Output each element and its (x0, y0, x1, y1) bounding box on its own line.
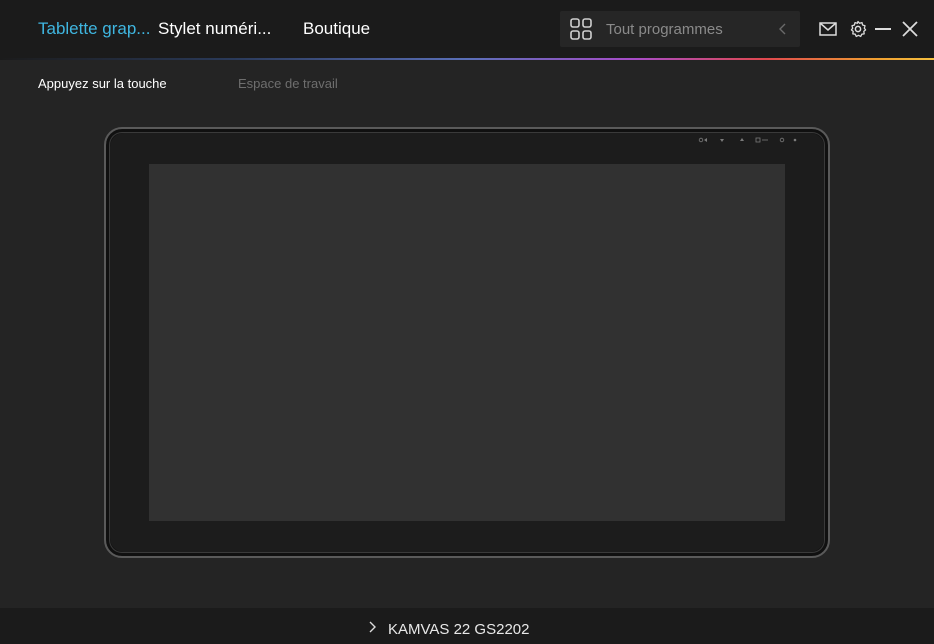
tablet-hardware-buttons (696, 136, 806, 144)
chevron-right-icon[interactable] (366, 621, 378, 633)
program-selector[interactable]: Tout programmes (560, 11, 800, 47)
mail-icon[interactable] (818, 19, 838, 39)
gear-icon[interactable] (848, 19, 868, 39)
subtab-press-key[interactable]: Appuyez sur la touche (38, 76, 167, 91)
tablet-screen-area (149, 164, 785, 521)
program-selector-label: Tout programmes (606, 21, 723, 38)
chevron-left-icon[interactable] (776, 22, 790, 36)
tab-store[interactable]: Boutique (303, 19, 370, 39)
grid-icon[interactable] (570, 18, 592, 40)
tab-digital-pen[interactable]: Stylet numéri... (158, 19, 271, 39)
tab-graphic-tablet[interactable]: Tablette grap... (38, 19, 150, 39)
tablet-button-icons (698, 137, 797, 143)
device-bar[interactable]: KAMVAS 22 GS2202 (0, 608, 934, 644)
subtab-workspace[interactable]: Espace de travail (238, 76, 338, 91)
device-name[interactable]: KAMVAS 22 GS2202 (388, 621, 529, 638)
minimize-icon[interactable] (873, 19, 893, 39)
close-icon[interactable] (900, 19, 920, 39)
header-accent-line (0, 58, 934, 60)
top-bar: Tablette grap... Stylet numéri... Boutiq… (0, 0, 934, 58)
